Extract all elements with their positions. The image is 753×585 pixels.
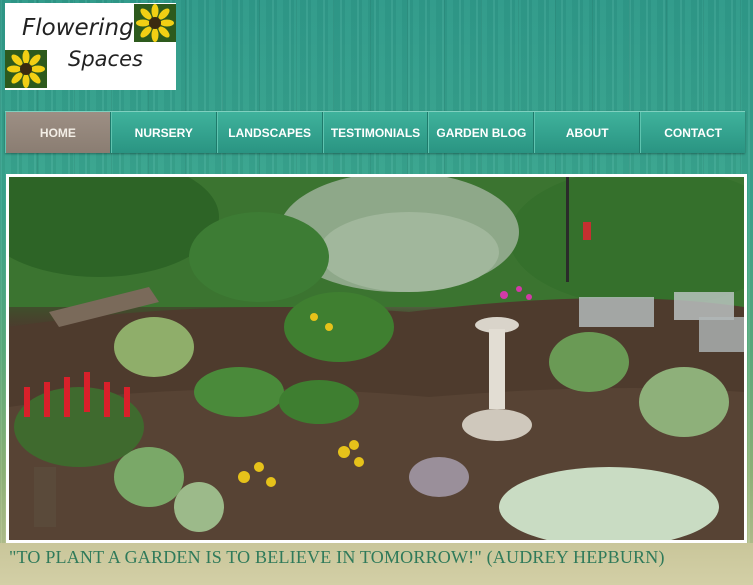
- nav-contact[interactable]: CONTACT: [640, 112, 745, 153]
- garden-photo: [9, 177, 744, 540]
- nav-garden-blog[interactable]: GARDEN BLOG: [428, 112, 535, 153]
- nav-landscapes[interactable]: LANDSCAPES: [216, 112, 323, 153]
- logo-text-spaces: Spaces: [68, 47, 143, 71]
- main-nav: HOME NURSERY LANDSCAPES TESTIMONIALS GAR…: [5, 111, 745, 153]
- sunflower-icon: [134, 4, 176, 42]
- site-logo[interactable]: Flowering Spaces: [5, 3, 176, 90]
- nav-home[interactable]: HOME: [5, 112, 111, 153]
- hepburn-quote: "TO PLANT A GARDEN IS TO BELIEVE IN TOMO…: [9, 547, 665, 567]
- sunflower-icon: [5, 50, 47, 88]
- nav-nursery[interactable]: NURSERY: [110, 112, 217, 153]
- logo-text-flowering: Flowering: [22, 15, 134, 41]
- nav-testimonials[interactable]: TESTIMONIALS: [322, 112, 429, 153]
- hero-photo-frame: [6, 174, 747, 543]
- nav-about[interactable]: ABOUT: [534, 112, 641, 153]
